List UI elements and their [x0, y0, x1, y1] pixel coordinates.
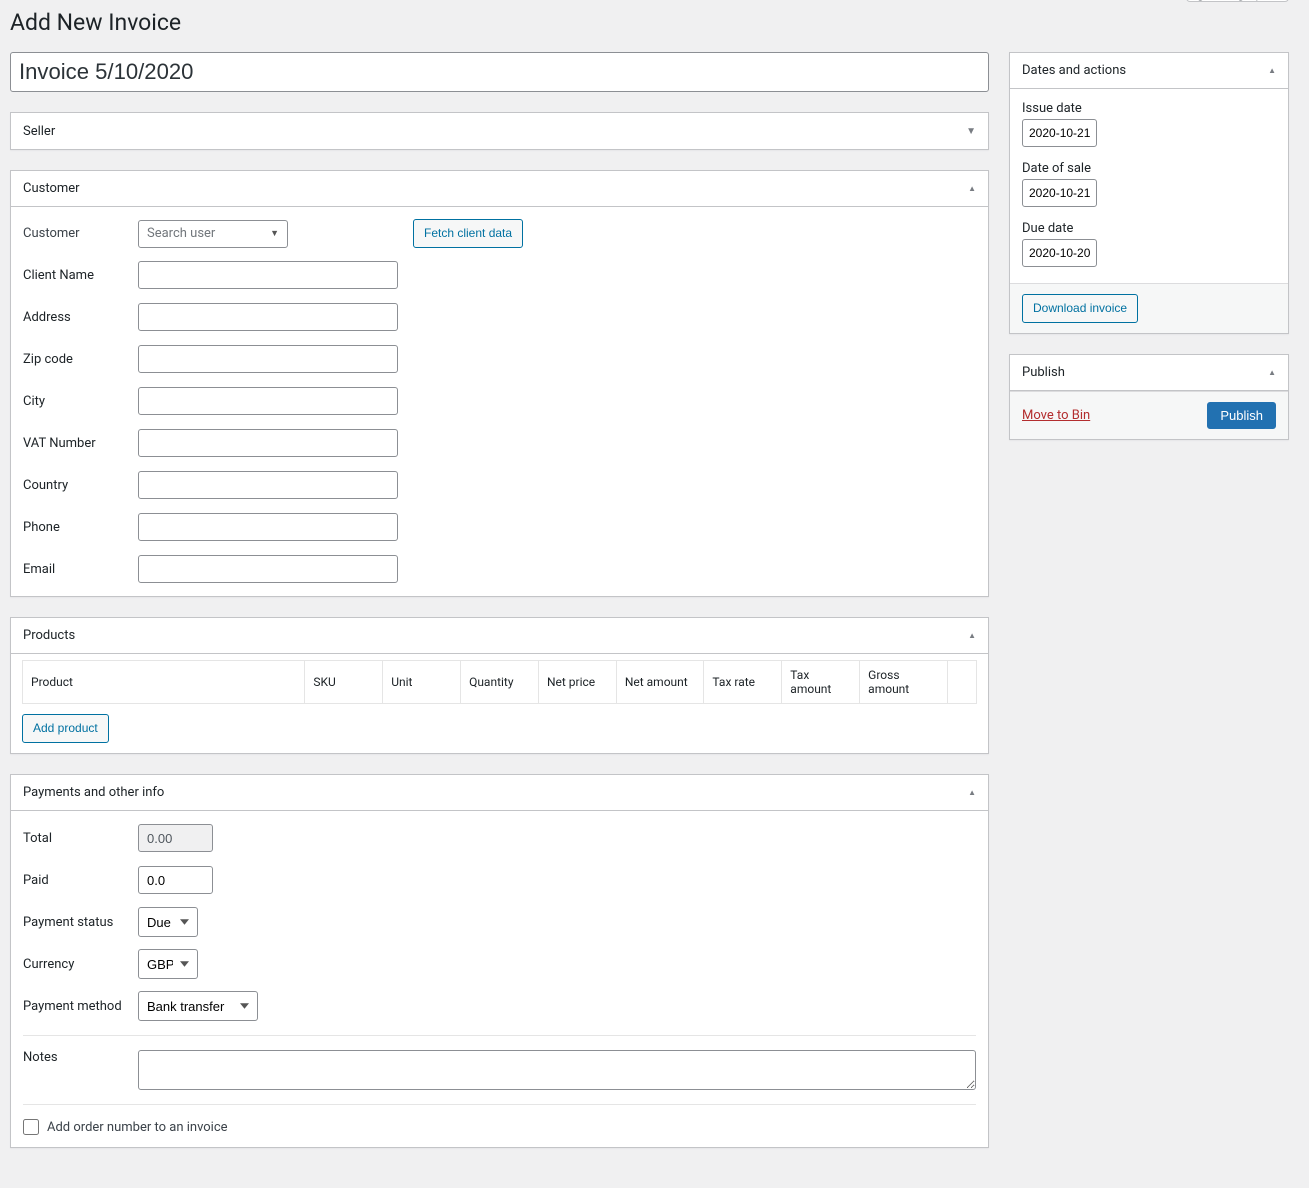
- publish-panel-title: Publish: [1022, 365, 1065, 380]
- notes-textarea[interactable]: [138, 1050, 976, 1090]
- chevron-down-icon: ▼: [270, 228, 279, 239]
- products-table: Product SKU Unit Quantity Net price Net …: [22, 660, 977, 704]
- move-to-bin-link[interactable]: Move to Bin: [1022, 408, 1090, 423]
- payment-method-label: Payment method: [23, 999, 138, 1014]
- products-toggle[interactable]: [968, 630, 976, 641]
- dates-panel-title: Dates and actions: [1022, 63, 1126, 78]
- customer-panel-title: Customer: [23, 181, 80, 196]
- paid-label: Paid: [23, 873, 138, 888]
- col-sku: SKU: [305, 661, 383, 704]
- issue-date-label: Issue date: [1022, 101, 1276, 116]
- screen-options-button[interactable]: Screen Options: [1186, 0, 1289, 2]
- client-name-label: Client Name: [23, 268, 138, 283]
- country-label: Country: [23, 478, 138, 493]
- publish-toggle[interactable]: [1268, 367, 1276, 378]
- download-invoice-button[interactable]: Download invoice: [1022, 294, 1138, 323]
- search-user-placeholder: Search user: [147, 226, 215, 241]
- email-label: Email: [23, 562, 138, 577]
- col-unit: Unit: [383, 661, 461, 704]
- products-panel-title: Products: [23, 628, 75, 643]
- col-actions: [947, 661, 976, 704]
- payment-status-label: Payment status: [23, 915, 138, 930]
- col-tax-amount: Tax amount: [782, 661, 860, 704]
- customer-label: Customer: [23, 226, 138, 241]
- notes-label: Notes: [23, 1050, 138, 1065]
- payments-panel-title: Payments and other info: [23, 785, 164, 800]
- currency-label: Currency: [23, 957, 138, 972]
- sale-date-input[interactable]: [1022, 179, 1097, 207]
- customer-panel: Customer Customer Search user ▼ F: [10, 170, 989, 597]
- client-name-input[interactable]: [138, 261, 398, 289]
- add-order-number-label: Add order number to an invoice: [47, 1120, 228, 1135]
- phone-input[interactable]: [138, 513, 398, 541]
- col-product: Product: [23, 661, 305, 704]
- publish-button[interactable]: Publish: [1207, 402, 1276, 429]
- issue-date-input[interactable]: [1022, 119, 1097, 147]
- dates-panel: Dates and actions Issue date Date of sal…: [1009, 52, 1289, 334]
- products-panel: Products Product SKU Unit Quantity Net p…: [10, 617, 989, 754]
- paid-input[interactable]: [138, 866, 213, 894]
- city-input[interactable]: [138, 387, 398, 415]
- address-label: Address: [23, 310, 138, 325]
- total-input: [138, 824, 213, 852]
- publish-panel: Publish Move to Bin Publish: [1009, 354, 1289, 440]
- payments-toggle[interactable]: [968, 787, 976, 798]
- add-product-button[interactable]: Add product: [22, 714, 109, 743]
- payment-method-select[interactable]: Bank transfer: [138, 991, 258, 1021]
- customer-toggle[interactable]: [968, 183, 976, 194]
- email-input[interactable]: [138, 555, 398, 583]
- zip-code-label: Zip code: [23, 352, 138, 367]
- invoice-title-input[interactable]: [10, 52, 989, 92]
- col-net-amount: Net amount: [616, 661, 704, 704]
- search-user-select[interactable]: Search user ▼: [138, 220, 288, 248]
- total-label: Total: [23, 831, 138, 846]
- fetch-client-data-button[interactable]: Fetch client data: [413, 219, 523, 248]
- vat-number-label: VAT Number: [23, 436, 138, 451]
- due-date-input[interactable]: [1022, 239, 1097, 267]
- zip-code-input[interactable]: [138, 345, 398, 373]
- payment-status-select[interactable]: Due: [138, 907, 198, 937]
- seller-toggle[interactable]: ▼: [966, 126, 976, 137]
- add-order-number-checkbox[interactable]: [23, 1119, 39, 1135]
- page-title: Add New Invoice: [10, 0, 1289, 40]
- col-net-price: Net price: [538, 661, 616, 704]
- payments-panel: Payments and other info Total Paid Payme…: [10, 774, 989, 1148]
- col-tax-rate: Tax rate: [704, 661, 782, 704]
- city-label: City: [23, 394, 138, 409]
- phone-label: Phone: [23, 520, 138, 535]
- sale-date-label: Date of sale: [1022, 161, 1276, 176]
- col-quantity: Quantity: [461, 661, 539, 704]
- seller-panel-title: Seller: [23, 124, 55, 139]
- due-date-label: Due date: [1022, 221, 1276, 236]
- country-input[interactable]: [138, 471, 398, 499]
- vat-number-input[interactable]: [138, 429, 398, 457]
- seller-panel: Seller ▼: [10, 112, 989, 150]
- address-input[interactable]: [138, 303, 398, 331]
- currency-select[interactable]: GBP: [138, 949, 198, 979]
- col-gross-amount: Gross amount: [860, 661, 948, 704]
- dates-toggle[interactable]: [1268, 65, 1276, 76]
